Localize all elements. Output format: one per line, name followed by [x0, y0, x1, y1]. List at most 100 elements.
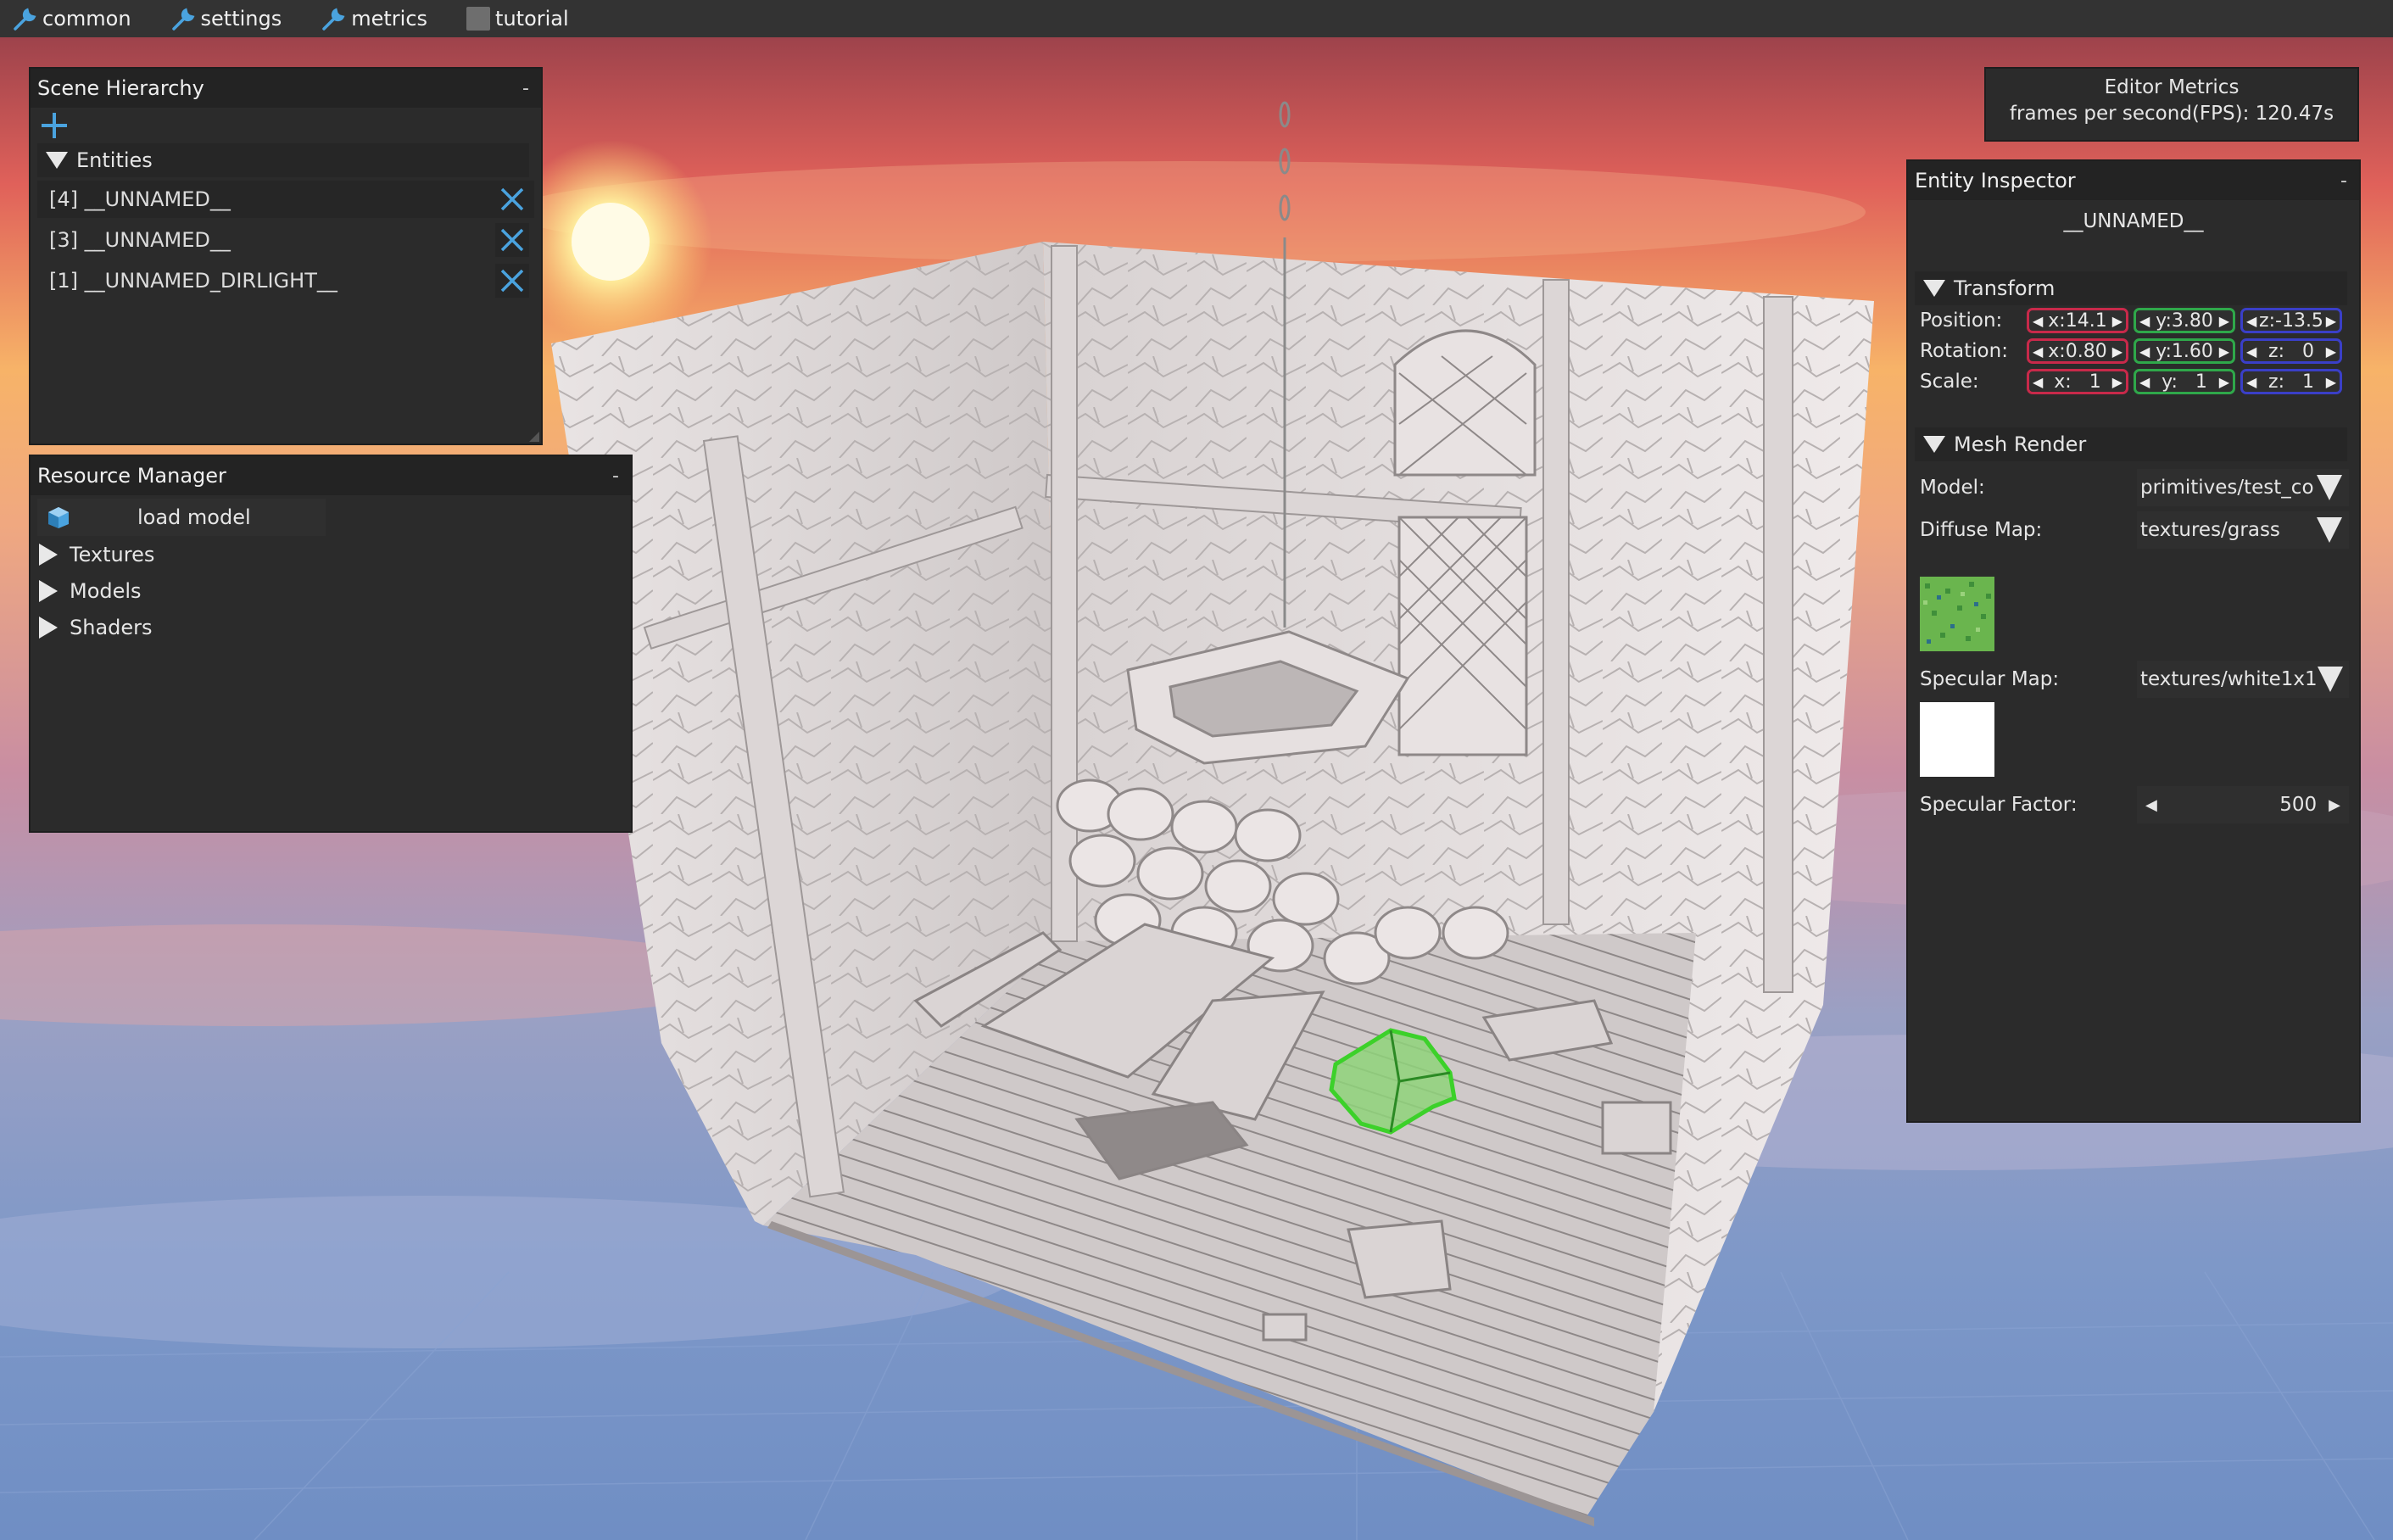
right-arrow-icon[interactable]: ▶: [2326, 374, 2336, 390]
menu-metrics-label: metrics: [351, 7, 428, 31]
specular-factor-field[interactable]: ◀ 500 ▶: [2137, 786, 2349, 823]
left-arrow-icon[interactable]: ◀: [2246, 313, 2256, 329]
entity-row[interactable]: [1] __UNNAMED_DIRLIGHT__: [37, 262, 534, 299]
models-tree-node[interactable]: Models: [31, 572, 631, 609]
entity-inspector-panel: Entity Inspector - __UNNAMED__ Transform…: [1906, 159, 2361, 1123]
left-arrow-icon[interactable]: ◀: [2033, 374, 2043, 390]
specular-map-preview: [1920, 702, 1994, 777]
position-y-value: y:3.80: [2156, 310, 2213, 332]
resize-grip[interactable]: [529, 432, 539, 442]
delete-entity-button[interactable]: [495, 223, 529, 257]
collapse-button[interactable]: -: [2340, 170, 2347, 192]
textures-tree-node[interactable]: Textures: [31, 536, 631, 572]
delete-entity-button[interactable]: [495, 182, 529, 216]
right-arrow-icon[interactable]: ▶: [2219, 374, 2229, 390]
scale-y-field[interactable]: ◀ y: 1 ▶: [2134, 369, 2235, 394]
scale-x-value: x: 1: [2054, 371, 2101, 393]
position-z-field[interactable]: ◀ z:-13.5 ▶: [2240, 308, 2342, 333]
model-label: Model:: [1920, 477, 1985, 499]
load-model-label: load model: [137, 505, 251, 529]
specular-map-value: textures/white1x1: [2140, 668, 2318, 690]
left-arrow-icon[interactable]: ◀: [2139, 343, 2150, 360]
left-arrow-icon[interactable]: ◀: [2246, 374, 2256, 390]
menu-metrics[interactable]: metrics: [309, 0, 439, 37]
scale-x-field[interactable]: ◀ x: 1 ▶: [2027, 369, 2128, 394]
right-arrow-icon[interactable]: ▶: [2219, 343, 2229, 360]
entities-tree-node[interactable]: Entities: [37, 143, 529, 177]
delete-entity-button[interactable]: [495, 264, 529, 298]
left-arrow-icon[interactable]: ◀: [2033, 313, 2043, 329]
rotation-z-field[interactable]: ◀ z: 0 ▶: [2240, 338, 2342, 364]
panel-title-bar[interactable]: Scene Hierarchy -: [31, 69, 541, 108]
specular-factor-row: Specular Factor: ◀ 500 ▶: [1908, 784, 2359, 826]
model-row: Model: primitives/test_co: [1908, 466, 2359, 509]
menu-common-label: common: [42, 7, 131, 31]
menu-bar: common settings metrics tutorial: [0, 0, 2393, 37]
expand-triangle-icon: [46, 152, 68, 169]
menu-tutorial-label: tutorial: [495, 7, 569, 31]
specular-map-select[interactable]: textures/white1x1: [2137, 661, 2349, 698]
entity-row[interactable]: [3] __UNNAMED__: [37, 221, 534, 259]
scale-label: Scale:: [1920, 371, 1979, 393]
scene-hierarchy-panel: Scene Hierarchy - Entities [4] __UNNAMED…: [29, 67, 543, 445]
specular-factor-value: 500: [2279, 794, 2318, 816]
checkbox-icon: [466, 7, 491, 31]
menu-common[interactable]: common: [0, 0, 143, 37]
mesh-render-header-label: Mesh Render: [1954, 432, 2087, 456]
models-label: Models: [70, 578, 142, 603]
right-arrow-icon[interactable]: ▶: [2112, 313, 2122, 329]
collapse-button[interactable]: -: [612, 466, 619, 487]
rotation-x-value: x:0.80: [2048, 340, 2107, 362]
collapsed-triangle-icon: [39, 543, 58, 566]
dropdown-arrow-icon: [2317, 475, 2342, 500]
mesh-render-section-header[interactable]: Mesh Render: [1915, 427, 2347, 461]
left-arrow-icon[interactable]: ◀: [2246, 343, 2256, 360]
plus-icon: [42, 113, 67, 138]
entity-row[interactable]: [4] __UNNAMED__: [37, 181, 534, 218]
panel-title-bar[interactable]: Entity Inspector -: [1908, 161, 2359, 200]
left-arrow-icon[interactable]: ◀: [2145, 796, 2157, 814]
position-z-value: z:-13.5: [2259, 310, 2323, 332]
specular-factor-label: Specular Factor:: [1920, 794, 2078, 816]
transform-section-header[interactable]: Transform: [1915, 271, 2347, 305]
scale-row: Scale: ◀ x: 1 ▶ ◀ y: 1 ▶ ◀ z: 1 ▶: [1908, 366, 2359, 397]
diffuse-map-select[interactable]: textures/grass: [2137, 511, 2349, 549]
panel-title-bar[interactable]: Resource Manager -: [31, 456, 631, 495]
right-arrow-icon[interactable]: ▶: [2219, 313, 2229, 329]
left-arrow-icon[interactable]: ◀: [2033, 343, 2043, 360]
left-arrow-icon[interactable]: ◀: [2139, 374, 2150, 390]
rotation-y-field[interactable]: ◀ y:1.60 ▶: [2134, 338, 2235, 364]
close-icon: [500, 269, 524, 293]
load-model-button[interactable]: load model: [37, 499, 326, 536]
right-arrow-icon[interactable]: ▶: [2326, 343, 2336, 360]
specular-map-row: Specular Map: textures/white1x1: [1908, 658, 2359, 700]
right-arrow-icon[interactable]: ▶: [2112, 343, 2122, 360]
position-label: Position:: [1920, 310, 2003, 332]
rotation-x-field[interactable]: ◀ x:0.80 ▶: [2027, 338, 2128, 364]
position-y-field[interactable]: ◀ y:3.80 ▶: [2134, 308, 2235, 333]
collapse-button[interactable]: -: [522, 78, 529, 99]
entity-name: __UNNAMED__: [2063, 210, 2204, 232]
scale-z-field[interactable]: ◀ z: 1 ▶: [2240, 369, 2342, 394]
entities-header-label: Entities: [76, 148, 153, 172]
menu-tutorial[interactable]: tutorial: [455, 0, 581, 37]
fps-readout: frames per second(FPS): 120.47s: [2009, 103, 2334, 125]
right-arrow-icon[interactable]: ▶: [2326, 313, 2336, 329]
wrench-icon: [14, 8, 36, 31]
model-select[interactable]: primitives/test_co: [2137, 469, 2349, 506]
shaders-tree-node[interactable]: Shaders: [31, 609, 631, 645]
right-arrow-icon[interactable]: ▶: [2329, 796, 2340, 814]
right-arrow-icon[interactable]: ▶: [2112, 374, 2122, 390]
left-arrow-icon[interactable]: ◀: [2139, 313, 2150, 329]
menu-settings[interactable]: settings: [159, 0, 294, 37]
textures-label: Textures: [70, 542, 155, 566]
entity-label: [3] __UNNAMED__: [49, 228, 231, 252]
specular-map-label: Specular Map:: [1920, 668, 2060, 690]
diffuse-map-label: Diffuse Map:: [1920, 519, 2043, 541]
rotation-y-value: y:1.60: [2156, 340, 2213, 362]
rotation-label: Rotation:: [1920, 340, 2008, 362]
add-entity-button[interactable]: [31, 108, 541, 143]
entity-label: [4] __UNNAMED__: [49, 187, 231, 211]
panel-title: Resource Manager: [37, 464, 226, 488]
position-x-field[interactable]: ◀ x:14.1 ▶: [2027, 308, 2128, 333]
